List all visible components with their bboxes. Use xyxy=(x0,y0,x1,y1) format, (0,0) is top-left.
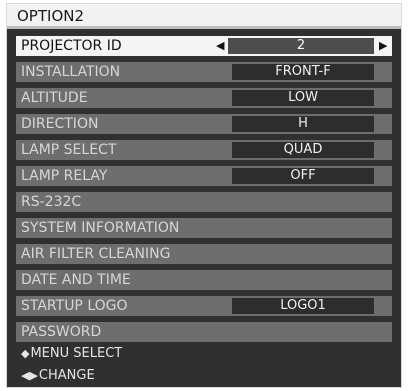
menu-item-altitude[interactable]: ALTITUDE LOW xyxy=(16,88,392,108)
menu-item-value: FRONT-F xyxy=(232,64,374,80)
menu-item-label: INSTALLATION xyxy=(21,64,121,80)
menu-item-startup-logo[interactable]: STARTUP LOGO LOGO1 xyxy=(16,296,392,316)
menu-item-label: AIR FILTER CLEANING xyxy=(21,246,171,262)
option2-menu: OPTION2 PROJECTOR ID ◀ 2 ▶ INSTALLATION … xyxy=(6,3,402,388)
menu-item-label: ALTITUDE xyxy=(21,90,88,106)
menu-item-value: 2 xyxy=(228,38,374,54)
menu-item-label: PASSWORD xyxy=(21,324,102,340)
menu-item-label: PROJECTOR ID xyxy=(21,38,122,54)
menu-item-value: OFF xyxy=(232,168,374,184)
menu-item-value: QUAD xyxy=(232,142,374,158)
menu-item-system-information[interactable]: SYSTEM INFORMATION xyxy=(16,218,392,238)
change-hint: ◀▶CHANGE xyxy=(21,367,95,385)
menu-item-label: DIRECTION xyxy=(21,116,99,132)
left-arrow-icon[interactable]: ◀ xyxy=(216,36,224,56)
menu-item-rs-232c[interactable]: RS-232C xyxy=(16,192,392,212)
menu-item-lamp-relay[interactable]: LAMP RELAY OFF xyxy=(16,166,392,186)
menu-item-date-and-time[interactable]: DATE AND TIME xyxy=(16,270,392,290)
menu-item-label: DATE AND TIME xyxy=(21,272,131,288)
menu-item-label: LAMP RELAY xyxy=(21,168,108,184)
up-down-arrows-icon: ◆ xyxy=(21,347,30,360)
menu-select-label: MENU SELECT xyxy=(30,346,123,361)
menu-item-projector-id[interactable]: PROJECTOR ID ◀ 2 ▶ xyxy=(16,36,392,56)
menu-item-air-filter-cleaning[interactable]: AIR FILTER CLEANING xyxy=(16,244,392,264)
menu-select-hint: ◆MENU SELECT xyxy=(21,345,122,363)
menu-item-direction[interactable]: DIRECTION H xyxy=(16,114,392,134)
menu-item-value: H xyxy=(232,116,374,132)
menu-title: OPTION2 xyxy=(7,4,401,29)
right-arrow-icon[interactable]: ▶ xyxy=(379,36,387,56)
menu-item-value: LOGO1 xyxy=(232,298,374,314)
menu-item-label: SYSTEM INFORMATION xyxy=(21,220,180,236)
left-right-arrows-icon: ◀▶ xyxy=(21,369,38,382)
menu-item-label: LAMP SELECT xyxy=(21,142,117,158)
menu-item-label: STARTUP LOGO xyxy=(21,298,128,314)
menu-item-label: RS-232C xyxy=(21,194,82,210)
change-label: CHANGE xyxy=(38,368,95,383)
menu-item-lamp-select[interactable]: LAMP SELECT QUAD xyxy=(16,140,392,160)
menu-item-value: LOW xyxy=(232,90,374,106)
menu-item-installation[interactable]: INSTALLATION FRONT-F xyxy=(16,62,392,82)
menu-item-password[interactable]: PASSWORD xyxy=(16,322,392,342)
